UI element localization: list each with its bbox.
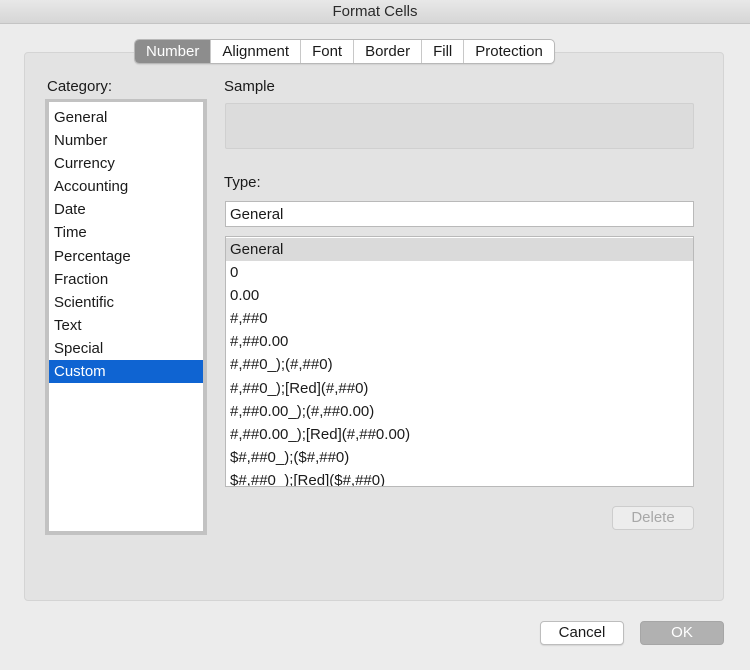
- category-item-scientific[interactable]: Scientific: [49, 291, 203, 314]
- format-item[interactable]: 0.00: [226, 284, 693, 307]
- window-titlebar: Format Cells: [0, 0, 750, 24]
- tab-alignment[interactable]: Alignment: [211, 40, 302, 63]
- tab-fill[interactable]: Fill: [422, 40, 465, 63]
- category-item-time[interactable]: Time: [49, 221, 203, 244]
- tab-bar: Number Alignment Font Border Fill Protec…: [134, 39, 555, 64]
- window-title: Format Cells: [332, 3, 418, 20]
- format-item[interactable]: #,##0.00: [226, 330, 693, 353]
- sample-label: Sample: [224, 78, 275, 95]
- category-item-currency[interactable]: Currency: [49, 152, 203, 175]
- format-list[interactable]: General 0 0.00 #,##0 #,##0.00 #,##0_);(#…: [225, 236, 694, 487]
- format-item[interactable]: #,##0.00_);[Red](#,##0.00): [226, 423, 693, 446]
- sample-preview: [225, 103, 694, 149]
- ok-button[interactable]: OK: [640, 621, 724, 645]
- category-item-special[interactable]: Special: [49, 337, 203, 360]
- category-label: Category:: [47, 78, 113, 95]
- category-item-accounting[interactable]: Accounting: [49, 175, 203, 198]
- category-item-number[interactable]: Number: [49, 129, 203, 152]
- category-list[interactable]: General Number Currency Accounting Date …: [45, 99, 207, 535]
- type-label: Type:: [224, 174, 261, 191]
- cancel-button[interactable]: Cancel: [540, 621, 624, 645]
- type-input[interactable]: [225, 201, 694, 227]
- format-item[interactable]: #,##0: [226, 307, 693, 330]
- category-item-date[interactable]: Date: [49, 198, 203, 221]
- format-item[interactable]: General: [226, 238, 693, 262]
- category-item-percentage[interactable]: Percentage: [49, 245, 203, 268]
- category-item-fraction[interactable]: Fraction: [49, 268, 203, 291]
- category-item-general[interactable]: General: [49, 106, 203, 129]
- format-item[interactable]: #,##0_);(#,##0): [226, 353, 693, 376]
- category-item-custom[interactable]: Custom: [49, 360, 203, 384]
- format-item[interactable]: 0: [226, 261, 693, 284]
- tab-number[interactable]: Number: [135, 40, 212, 63]
- format-item[interactable]: $#,##0_);($#,##0): [226, 446, 693, 469]
- delete-button[interactable]: Delete: [612, 506, 694, 530]
- format-item[interactable]: $#,##0_);[Red]($#,##0): [226, 469, 693, 486]
- tab-font[interactable]: Font: [301, 40, 355, 63]
- category-item-text[interactable]: Text: [49, 314, 203, 337]
- format-item[interactable]: #,##0.00_);(#,##0.00): [226, 400, 693, 423]
- tab-protection[interactable]: Protection: [464, 40, 554, 63]
- tab-border[interactable]: Border: [354, 40, 423, 63]
- format-item[interactable]: #,##0_);[Red](#,##0): [226, 377, 693, 400]
